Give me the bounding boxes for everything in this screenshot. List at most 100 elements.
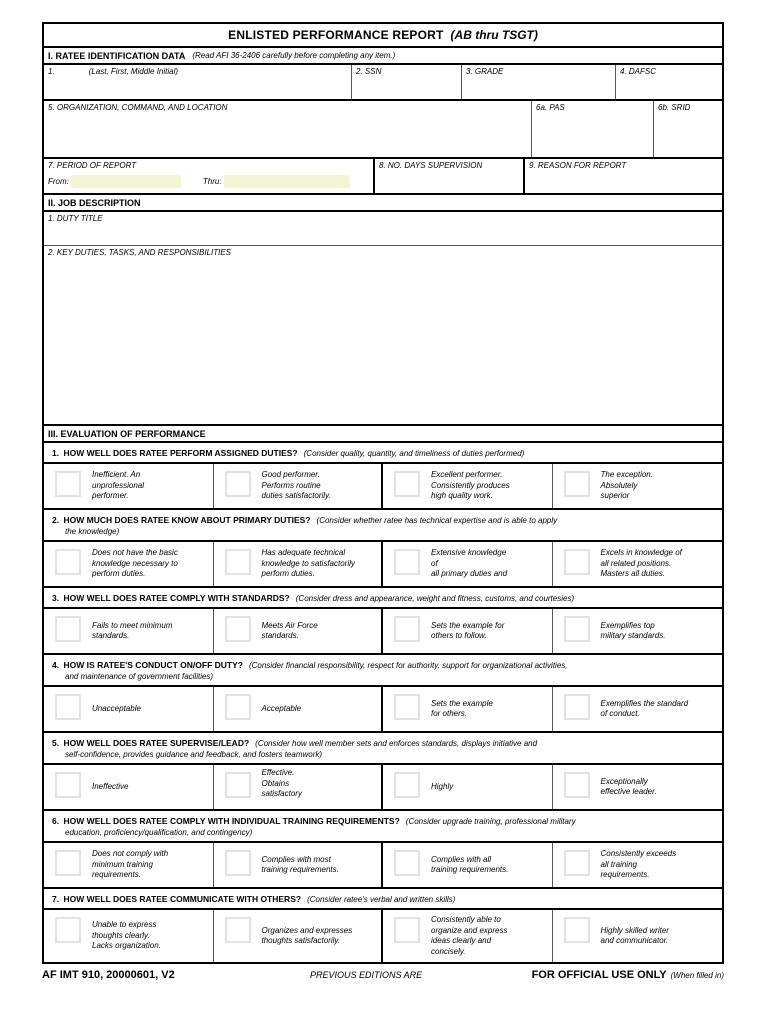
footer-official-use: FOR OFFICIAL USE ONLY (When filled in) bbox=[532, 969, 724, 981]
period-thru-input[interactable] bbox=[223, 174, 350, 188]
rating-checkbox[interactable] bbox=[55, 772, 81, 798]
field-reason-for-report[interactable]: 9. REASON FOR REPORT bbox=[525, 159, 722, 193]
question-block-6: 6. HOW WELL DOES RATEE COMPLY WITH INDIV… bbox=[44, 811, 722, 889]
rating-option-line: all training bbox=[600, 859, 637, 869]
rating-option[interactable]: Acceptable bbox=[214, 687, 383, 731]
rating-option[interactable]: Unacceptable bbox=[44, 687, 214, 731]
rating-checkbox[interactable] bbox=[224, 772, 251, 798]
rating-option-line: Good performer. bbox=[261, 470, 320, 480]
rating-checkbox[interactable] bbox=[563, 549, 590, 575]
rating-checkbox[interactable] bbox=[55, 694, 81, 720]
rating-option[interactable]: Ineffective bbox=[44, 765, 214, 809]
rating-checkbox[interactable] bbox=[224, 616, 251, 642]
field-organization[interactable]: 5. ORGANIZATION, COMMAND, AND LOCATION bbox=[44, 101, 532, 157]
rating-option[interactable]: Meets Air Force standards. bbox=[214, 609, 383, 653]
field-ssn[interactable]: 2. SSN bbox=[352, 65, 462, 99]
rating-option[interactable]: Sets the example for others to follow. bbox=[383, 609, 553, 653]
rating-option[interactable]: Effective. Obtains satisfactory bbox=[214, 765, 383, 809]
rating-option-line: The exception. bbox=[600, 470, 653, 480]
rating-option[interactable]: The exception. Absolutely superior bbox=[553, 464, 723, 508]
field-name[interactable]: 1. (Last, First, Middle Initial) bbox=[44, 65, 352, 99]
rating-checkbox[interactable] bbox=[563, 694, 590, 720]
rating-option[interactable]: Organizes and expresses thoughts satisfac… bbox=[214, 910, 383, 962]
rating-option[interactable]: Excels in knowledge of all related positi… bbox=[553, 542, 723, 586]
field-dafsc[interactable]: 4. DAFSC bbox=[616, 65, 722, 99]
rating-checkbox[interactable] bbox=[55, 471, 81, 497]
question-number: 7. bbox=[52, 894, 60, 904]
rating-checkbox[interactable] bbox=[224, 549, 251, 575]
rating-checkbox[interactable] bbox=[563, 850, 590, 876]
rating-option[interactable]: Unable to express thoughts clearly. Lacks … bbox=[44, 910, 214, 962]
rating-option[interactable]: Consistently able to organize and express… bbox=[383, 910, 553, 962]
rating-checkbox[interactable] bbox=[224, 850, 251, 876]
rating-option[interactable]: Highly skilled writer and communicator. bbox=[553, 910, 723, 962]
rating-checkbox[interactable] bbox=[563, 772, 590, 798]
rating-option-line: Highly skilled writer bbox=[600, 925, 669, 935]
rating-checkbox[interactable] bbox=[394, 694, 420, 720]
rating-option-label: Unacceptable bbox=[92, 692, 141, 726]
rating-checkbox[interactable] bbox=[394, 616, 420, 642]
rating-checkbox[interactable] bbox=[563, 471, 590, 497]
rating-checkbox[interactable] bbox=[224, 917, 251, 943]
rating-option[interactable]: Complies with all training requirements. bbox=[383, 843, 553, 887]
question-number: 2. bbox=[52, 515, 60, 525]
rating-checkbox[interactable] bbox=[55, 549, 81, 575]
rating-option-line: thoughts clearly. bbox=[92, 930, 150, 940]
rating-option-line: Meets Air Force bbox=[261, 620, 318, 630]
rating-option-label: The exception. Absolutely superior bbox=[601, 469, 653, 503]
rating-option-line: Extensive knowledge bbox=[431, 548, 507, 558]
rating-checkbox[interactable] bbox=[394, 917, 420, 943]
rating-checkbox[interactable] bbox=[55, 917, 81, 943]
rating-option[interactable]: Good performer. Performs routine duties sa… bbox=[214, 464, 383, 508]
rating-checkbox[interactable] bbox=[224, 694, 251, 720]
rating-checkbox[interactable] bbox=[563, 917, 590, 943]
question-1-header: 1. HOW WELL DOES RATEE PERFORM ASSIGNED … bbox=[44, 443, 722, 464]
rating-checkbox[interactable] bbox=[55, 616, 81, 642]
rating-option-line: Sets the example for bbox=[431, 620, 505, 630]
rating-option-label: Acceptable bbox=[262, 692, 302, 726]
rating-option-label: Sets the example for others. bbox=[431, 692, 493, 726]
field-srid[interactable]: 6b. SRID bbox=[654, 101, 722, 157]
field-days-supervision[interactable]: 8. NO. DAYS SUPERVISION bbox=[375, 159, 525, 193]
rating-checkbox[interactable] bbox=[55, 850, 81, 876]
rating-option[interactable]: Does not comply with minimum training requ… bbox=[44, 843, 214, 887]
rating-checkbox[interactable] bbox=[394, 471, 420, 497]
rating-option[interactable]: Highly bbox=[383, 765, 553, 809]
field-pas-label: 6a. PAS bbox=[536, 103, 565, 112]
rating-option-line: Absolutely bbox=[600, 480, 638, 490]
question-hint-continued: self-confidence, provides guidance and f… bbox=[65, 750, 323, 759]
rating-option[interactable]: Does not have the basic knowledge necessa… bbox=[44, 542, 214, 586]
field-pas[interactable]: 6a. PAS bbox=[532, 101, 654, 157]
rating-option[interactable]: Exemplifies the standard of conduct. bbox=[553, 687, 723, 731]
rating-checkbox[interactable] bbox=[394, 772, 420, 798]
rating-option[interactable]: Fails to meet minimum standards. bbox=[44, 609, 214, 653]
rating-checkbox[interactable] bbox=[563, 616, 590, 642]
rating-option-label: Complies with most training requirements. bbox=[262, 848, 339, 882]
field-key-duties-label: 2. KEY DUTIES, TASKS, AND RESPONSIBILITI… bbox=[48, 248, 232, 257]
field-duty-title[interactable]: 1. DUTY TITLE bbox=[44, 212, 722, 245]
rating-option[interactable]: Extensive knowledge of all primary duties … bbox=[383, 542, 553, 586]
field-grade-label: 3. GRADE bbox=[466, 67, 504, 76]
rating-option[interactable]: Exceptionally effective leader. bbox=[553, 765, 723, 809]
rating-checkbox[interactable] bbox=[394, 850, 420, 876]
question-text: HOW MUCH DOES RATEE KNOW ABOUT PRIMARY D… bbox=[63, 515, 311, 525]
rating-option-line: military standards. bbox=[600, 631, 666, 640]
rating-option[interactable]: Sets the example for others. bbox=[383, 687, 553, 731]
section-iii-header: III. EVALUATION OF PERFORMANCE bbox=[44, 426, 722, 443]
rating-option-line: Does not comply with bbox=[92, 849, 169, 859]
rating-option[interactable]: Excellent performer. Consistently produce… bbox=[383, 464, 553, 508]
rating-checkbox[interactable] bbox=[224, 471, 251, 497]
question-3-options: Fails to meet minimum standards. Meets Air… bbox=[44, 609, 722, 655]
rating-checkbox[interactable] bbox=[394, 549, 420, 575]
section-iii-title: III. EVALUATION OF PERFORMANCE bbox=[48, 428, 206, 439]
question-4-header: 4. HOW IS RATEE'S CONDUCT ON/OFF DUTY? (C… bbox=[44, 655, 722, 687]
period-from-input[interactable] bbox=[70, 174, 181, 188]
field-grade[interactable]: 3. GRADE bbox=[462, 65, 616, 99]
rating-option[interactable]: Exemplifies top military standards. bbox=[553, 609, 723, 653]
rating-option[interactable]: Inefficient. An unprofessional performer. bbox=[44, 464, 214, 508]
rating-option[interactable]: Consistently exceeds all training requirem… bbox=[553, 843, 723, 887]
rating-option[interactable]: Complies with most training requirements. bbox=[214, 843, 383, 887]
rating-option[interactable]: Has adequate technical knowledge to satis… bbox=[214, 542, 383, 586]
field-key-duties[interactable]: 2. KEY DUTIES, TASKS, AND RESPONSIBILITI… bbox=[44, 246, 722, 424]
rating-option-line: duties satisfactorily. bbox=[261, 491, 331, 501]
